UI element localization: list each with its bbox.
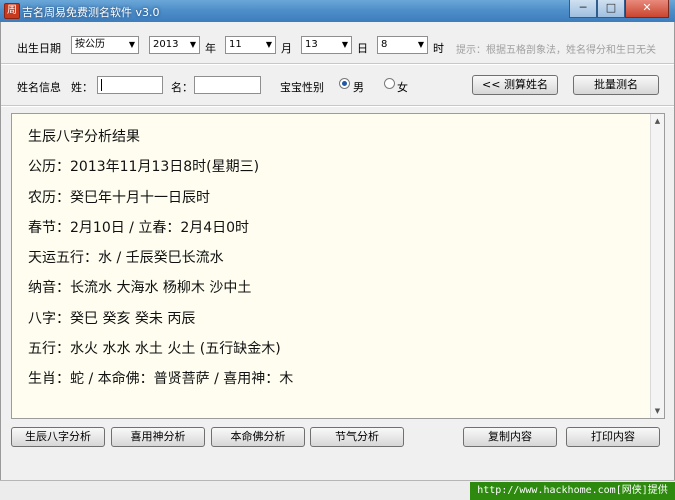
birth-date-label: 出生日期 bbox=[17, 42, 61, 55]
female-radio[interactable] bbox=[384, 78, 395, 89]
name-info-label: 姓名信息 bbox=[17, 81, 61, 94]
calendar-select-value: 按公历 bbox=[75, 39, 105, 50]
surname-input[interactable] bbox=[97, 76, 163, 94]
chevron-down-icon: ▼ bbox=[341, 40, 348, 49]
title-bar: 周 吉名周易免费测名软件 v3.0 ─ □ ✕ bbox=[0, 0, 675, 22]
hour-select[interactable]: 8 ▼ bbox=[377, 36, 428, 54]
male-label: 男 bbox=[353, 81, 364, 94]
result-line: 春节：2月10日 / 立春：2月4日0时 bbox=[28, 219, 250, 236]
scroll-up-icon[interactable]: ▲ bbox=[651, 114, 664, 128]
result-line: 生肖：蛇 / 本命佛：普贤菩萨 / 喜用神：木 bbox=[28, 371, 294, 388]
result-line: 农历：癸巳年十月十一日辰时 bbox=[28, 189, 210, 206]
divider bbox=[1, 63, 674, 65]
window-controls: ─ □ ✕ bbox=[569, 0, 669, 18]
month-unit-label: 月 bbox=[281, 42, 292, 55]
minimize-button[interactable]: ─ bbox=[569, 0, 597, 18]
female-label: 女 bbox=[397, 81, 408, 94]
hour-select-value: 8 bbox=[381, 39, 388, 50]
day-unit-label: 日 bbox=[357, 42, 368, 55]
print-content-button[interactable]: 打印内容 bbox=[566, 427, 660, 447]
month-select[interactable]: 11 ▼ bbox=[225, 36, 276, 54]
app-icon: 周 bbox=[4, 3, 20, 19]
male-radio[interactable] bbox=[339, 78, 350, 89]
result-lines: 生辰八字分析结果公历：2013年11月13日8时(星期三) 农历：癸巳年十月十一日… bbox=[28, 122, 293, 395]
chevron-down-icon: ▼ bbox=[189, 40, 196, 49]
scroll-down-icon[interactable]: ▼ bbox=[651, 404, 664, 418]
month-select-value: 11 bbox=[229, 39, 242, 50]
result-line: 纳音：长流水 大海水 杨柳木 沙中土 bbox=[28, 280, 252, 297]
result-line: 五行：水火 水水 水土 火土 (五行缺金木) bbox=[28, 341, 281, 358]
result-line: 八字：癸巳 癸亥 癸未 丙辰 bbox=[28, 310, 196, 327]
result-line: 天运五行：水 / 壬辰癸巳长流水 bbox=[28, 250, 224, 267]
divider bbox=[1, 105, 674, 107]
given-name-input[interactable] bbox=[194, 76, 261, 94]
text-caret bbox=[101, 79, 102, 91]
window-title: 吉名周易免费测名软件 v3.0 bbox=[22, 6, 160, 19]
jieqi-analysis-button[interactable]: 节气分析 bbox=[310, 427, 404, 447]
year-select[interactable]: 2013 ▼ bbox=[149, 36, 200, 54]
day-select[interactable]: 13 ▼ bbox=[301, 36, 352, 54]
chevron-down-icon: ▼ bbox=[265, 40, 272, 49]
name-info-row: 姓名信息 姓： 名： 宝宝性别 男 女 << 测算姓名 批量测名 bbox=[1, 75, 674, 97]
birth-date-row: 出生日期 按公历 ▼ 2013 ▼ 年 11 ▼ 月 13 ▼ 日 8 ▼ 时 … bbox=[1, 36, 674, 58]
gender-label: 宝宝性别 bbox=[280, 81, 324, 94]
calculate-name-button[interactable]: << 测算姓名 bbox=[472, 75, 558, 95]
hour-unit-label: 时 bbox=[433, 42, 444, 55]
maximize-button[interactable]: □ bbox=[597, 0, 625, 18]
xiyongshen-analysis-button[interactable]: 喜用神分析 bbox=[111, 427, 205, 447]
main-client: 出生日期 按公历 ▼ 2013 ▼ 年 11 ▼ 月 13 ▼ 日 8 ▼ 时 … bbox=[0, 22, 675, 480]
hint-text: 提示：根据五格剖象法，姓名得分和生日无关 bbox=[456, 45, 656, 56]
chevron-down-icon: ▼ bbox=[417, 40, 424, 49]
close-button[interactable]: ✕ bbox=[625, 0, 669, 18]
result-heading: 生辰八字分析结果 bbox=[28, 129, 140, 145]
vertical-scrollbar[interactable]: ▲ ▼ bbox=[650, 114, 664, 418]
chevron-down-icon: ▼ bbox=[128, 40, 135, 49]
result-panel[interactable]: 生辰八字分析结果公历：2013年11月13日8时(星期三) 农历：癸巳年十月十一日… bbox=[11, 113, 665, 419]
benmingfo-analysis-button[interactable]: 本命佛分析 bbox=[211, 427, 305, 447]
bazi-analysis-button[interactable]: 生辰八字分析 bbox=[11, 427, 105, 447]
copy-content-button[interactable]: 复制内容 bbox=[463, 427, 557, 447]
site-credit: http://www.hackhome.com[网侠]提供 bbox=[470, 482, 675, 500]
year-select-value: 2013 bbox=[153, 39, 179, 50]
calendar-select[interactable]: 按公历 ▼ bbox=[71, 36, 139, 54]
surname-label: 姓： bbox=[71, 81, 93, 94]
result-line: 公历：2013年11月13日8时(星期三) bbox=[28, 159, 260, 176]
batch-name-button[interactable]: 批量测名 bbox=[573, 75, 659, 95]
year-unit-label: 年 bbox=[205, 42, 216, 55]
given-name-label: 名： bbox=[171, 81, 193, 94]
day-select-value: 13 bbox=[305, 39, 318, 50]
